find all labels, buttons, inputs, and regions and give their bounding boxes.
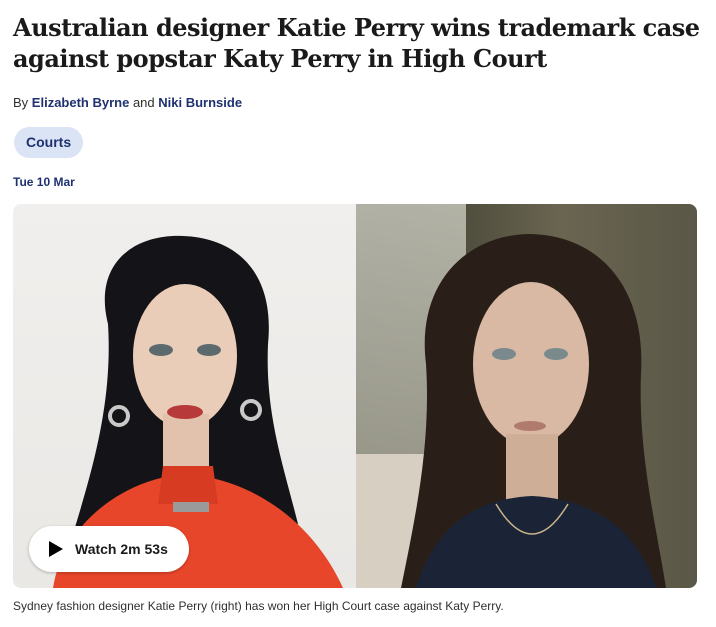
watch-duration-label: Watch 2m 53s: [75, 541, 168, 557]
thumbnail-left-panel: Watch 2m 53s: [13, 204, 356, 588]
byline-prefix: By: [13, 95, 32, 110]
play-icon: [49, 541, 63, 557]
author-link-elizabeth-byrne[interactable]: Elizabeth Byrne: [32, 95, 130, 110]
publish-date: Tue 10 Mar: [13, 175, 75, 189]
thumbnail-right-panel: [356, 204, 697, 588]
author-link-niki-burnside[interactable]: Niki Burnside: [158, 95, 242, 110]
article-headline: Australian designer Katie Perry wins tra…: [13, 13, 700, 73]
topic-tag-courts[interactable]: Courts: [14, 127, 84, 158]
image-caption: Sydney fashion designer Katie Perry (rig…: [13, 599, 504, 613]
portrait-katie-perry-image: [401, 234, 666, 588]
video-thumbnail[interactable]: Watch 2m 53s: [13, 204, 697, 588]
byline-conjunction: and: [129, 95, 159, 110]
watch-video-button[interactable]: Watch 2m 53s: [29, 526, 189, 572]
byline: By Elizabeth Byrne and Niki Burnside: [13, 94, 242, 112]
